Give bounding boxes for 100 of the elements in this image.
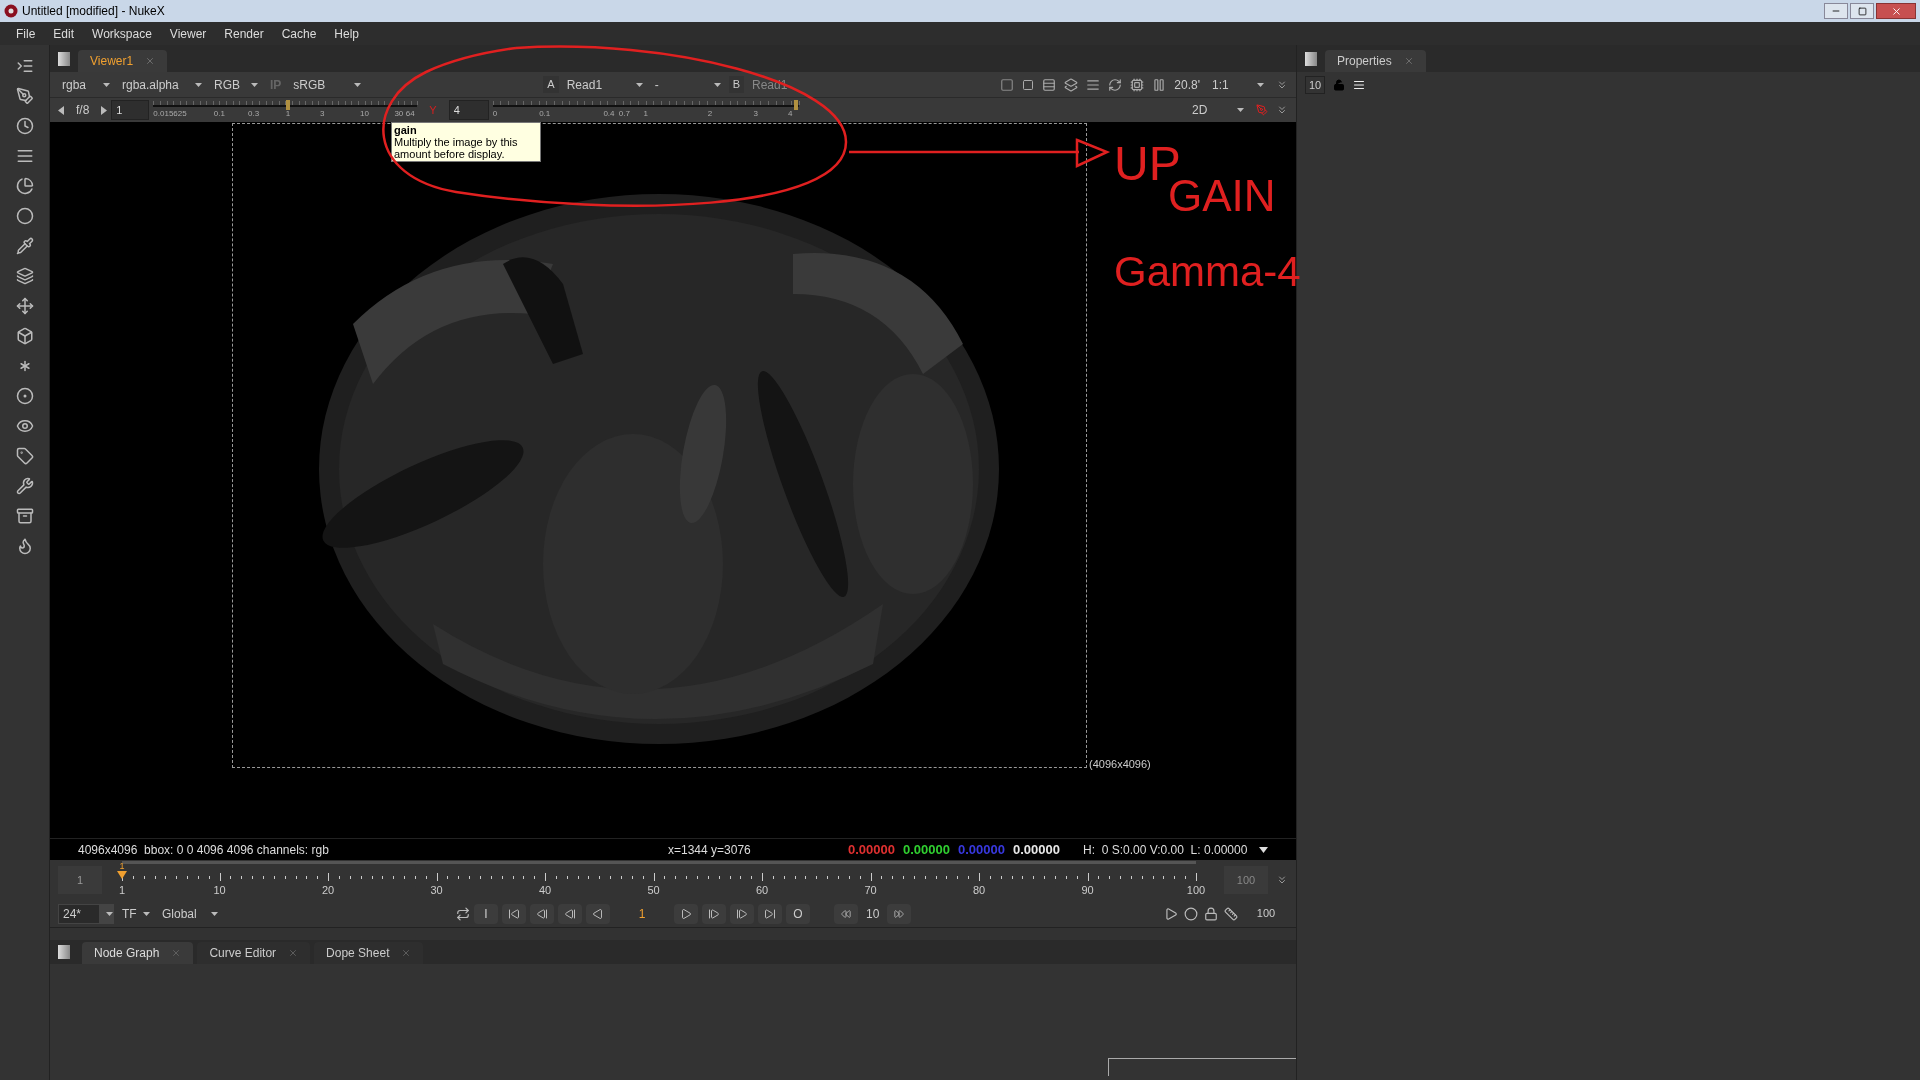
pixel-value: 0.00000 (1013, 840, 1060, 859)
first-frame-button[interactable] (502, 903, 526, 924)
play-backward-button[interactable] (586, 903, 610, 924)
properties-tab[interactable]: Properties (1325, 50, 1426, 72)
more-icon[interactable] (1276, 874, 1288, 886)
gain-slider[interactable]: 0.015625 0.1 0.3 1 3 10 30 64 (153, 100, 418, 120)
chip-icon[interactable] (1130, 77, 1145, 92)
skip-forward-icon (764, 907, 776, 920)
slider-handle[interactable] (793, 100, 798, 110)
maximize-button[interactable] (1850, 3, 1874, 19)
record-icon[interactable] (1184, 906, 1198, 921)
fast-forward-icon (894, 908, 905, 919)
previous-key-button[interactable] (530, 903, 554, 924)
refresh-icon[interactable] (1108, 77, 1123, 92)
slider-handle[interactable] (285, 100, 290, 110)
tick-label: 30 (394, 109, 404, 119)
step-back-button[interactable] (834, 903, 858, 924)
increment-field[interactable]: 10 (862, 903, 884, 924)
more-icon[interactable] (1276, 104, 1288, 116)
pie-icon[interactable] (15, 177, 34, 195)
frame-field[interactable]: 1 (614, 903, 670, 924)
menu-item[interactable]: Viewer (169, 24, 207, 43)
tick-label: 0 (492, 109, 498, 119)
gamma-slider[interactable]: 0 0.1 0.4 0.7 1 2 3 4 (492, 100, 799, 120)
menu-item[interactable]: Help (334, 24, 360, 43)
next-key-button[interactable] (730, 903, 754, 924)
lines-icon[interactable] (15, 147, 34, 165)
panel-tab[interactable]: Dope Sheet (314, 942, 424, 964)
square-icon[interactable] (1022, 78, 1035, 91)
decrease-icon[interactable] (58, 105, 64, 115)
loop-icon[interactable] (456, 906, 470, 921)
menu-item[interactable]: File (16, 24, 36, 43)
operation-dropdown[interactable]: - (650, 74, 725, 95)
clock-icon[interactable] (15, 117, 34, 135)
pipette-icon[interactable] (15, 237, 34, 255)
pen-icon[interactable] (15, 87, 34, 105)
tick-label: 0.7 (618, 109, 630, 119)
caret-icon (103, 82, 110, 87)
ruler-icon[interactable] (1224, 906, 1238, 921)
panel-tab[interactable]: Node Graph (82, 942, 194, 964)
more-icon[interactable] (1276, 78, 1288, 91)
panel-tab[interactable]: Curve Editor (197, 942, 311, 964)
timeline-ruler[interactable]: 1 10 20 30 40 50 60 70 80 90 100 1 (110, 861, 1208, 899)
menu-item[interactable]: Cache (281, 24, 317, 43)
scope-dropdown[interactable]: Global (158, 903, 222, 924)
lock-icon[interactable] (1204, 906, 1218, 921)
frame-tick-label: 60 (755, 883, 769, 898)
pause-icon[interactable] (1152, 77, 1167, 92)
input-a-dropdown[interactable]: Read1 (562, 74, 647, 95)
flipbook-icon[interactable] (1164, 906, 1178, 921)
out-point-button[interactable]: O (786, 903, 810, 924)
cube-icon[interactable] (15, 327, 34, 345)
minimize-button[interactable] (1824, 3, 1848, 19)
eye-icon[interactable] (15, 417, 34, 435)
stripes-icon[interactable] (1042, 77, 1057, 92)
tf-dropdown[interactable]: TF (118, 903, 154, 924)
increase-icon[interactable] (101, 105, 108, 115)
wrench-icon[interactable] (15, 477, 34, 495)
gain-field[interactable]: 1 (111, 100, 150, 120)
playhead-marker-icon[interactable] (117, 871, 127, 879)
step-back-icon (536, 907, 548, 920)
start-frame-field[interactable]: 1 (58, 866, 102, 894)
next-frame-button[interactable] (702, 903, 726, 924)
zoom-dropdown[interactable]: 1:1 (1208, 74, 1268, 95)
circle-icon[interactable] (15, 207, 34, 225)
layers-icon[interactable] (15, 267, 34, 285)
end-frame-field[interactable]: 100 (1244, 903, 1288, 924)
format-label: (4096x4096) (1089, 756, 1151, 772)
display-dropdown[interactable]: RGB (210, 74, 262, 95)
ring-icon[interactable] (15, 387, 34, 405)
channels-dropdown[interactable]: rgba (58, 74, 114, 95)
tray-icon[interactable] (15, 507, 34, 525)
move-icon[interactable] (15, 297, 34, 315)
dropdown-icon[interactable] (1259, 846, 1268, 853)
skip-back-icon (508, 907, 520, 920)
step-forward-button[interactable] (887, 903, 912, 924)
last-frame-button[interactable] (758, 903, 782, 924)
viewer-tab[interactable]: Viewer1 (78, 50, 168, 72)
previous-frame-button[interactable] (558, 903, 582, 924)
menu-item[interactable]: Edit (53, 24, 75, 43)
indent-icon[interactable] (15, 57, 34, 75)
annotation-text: Gamma-4 (1114, 248, 1301, 296)
view-mode-dropdown[interactable]: 2D (1188, 100, 1248, 120)
play-icon (680, 907, 692, 920)
max-panels-field[interactable]: 10 (1305, 76, 1325, 94)
lines-icon[interactable] (1086, 77, 1101, 92)
maximize-icon (1857, 6, 1867, 16)
in-point-button[interactable]: I (474, 903, 498, 924)
caret-icon (1237, 108, 1244, 112)
frame-icon[interactable] (1000, 77, 1015, 92)
play-button[interactable] (674, 903, 698, 924)
alpha-dropdown[interactable]: rgba.alpha (118, 74, 206, 95)
tag-icon[interactable] (15, 447, 34, 465)
gamma-field[interactable]: 4 (448, 100, 489, 120)
menu-item[interactable]: Workspace (92, 24, 152, 43)
menu-item[interactable]: Render (224, 24, 264, 43)
fps-field[interactable]: 24* (58, 903, 114, 924)
playhead[interactable]: 1 (117, 862, 127, 879)
pixel-value: 0.00000 (903, 840, 950, 859)
lut-dropdown[interactable]: sRGB (289, 74, 366, 95)
